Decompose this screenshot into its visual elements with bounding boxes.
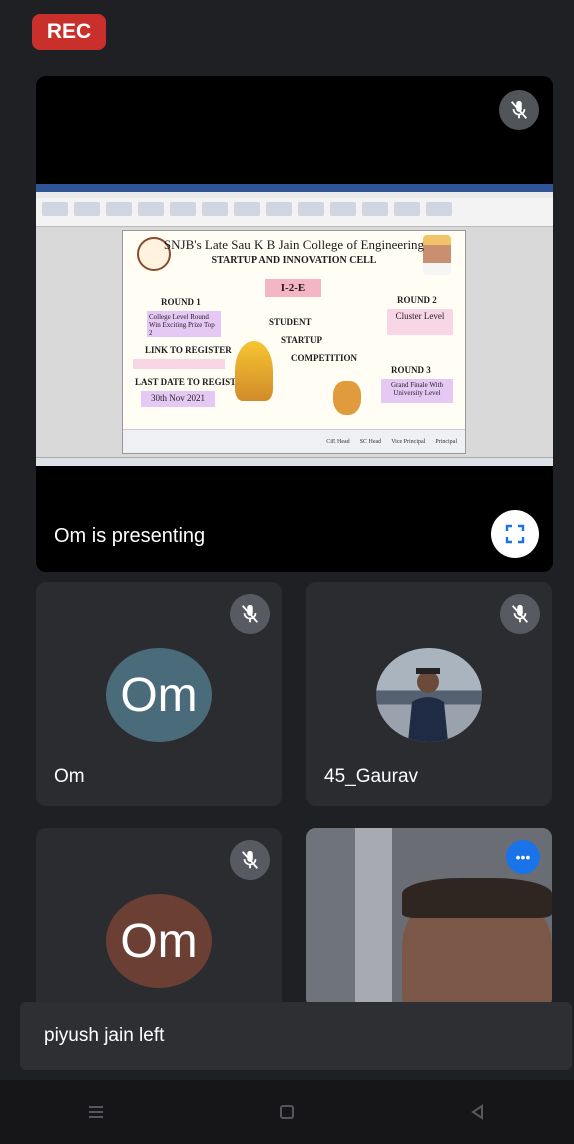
- mic-off-icon: [230, 594, 270, 634]
- bulb-image: [235, 341, 273, 401]
- participant-name: 45_Gaurav: [324, 766, 419, 787]
- last-date: 30th Nov 2021: [141, 391, 215, 407]
- home-icon[interactable]: [267, 1092, 307, 1132]
- link-label: LINK TO REGISTER: [145, 345, 232, 355]
- round3-label: ROUND 3: [391, 365, 431, 375]
- round3-box: Grand Finale With University Level: [381, 379, 453, 403]
- round1-box: College Level Round Win Exciting Prize T…: [147, 311, 221, 337]
- link-box: [133, 359, 225, 369]
- participant-tile-gaurav[interactable]: 45_Gaurav: [306, 582, 552, 806]
- center-text-1: STUDENT: [269, 317, 312, 327]
- recents-icon[interactable]: [76, 1092, 116, 1132]
- camera-hair: [402, 878, 552, 918]
- money-bag-image: [333, 381, 361, 415]
- avatar-photo: [376, 648, 482, 742]
- notification-toast: piyush jain left: [20, 1002, 572, 1070]
- participant-tile-om[interactable]: Om Om: [36, 582, 282, 806]
- participant-tile-camera[interactable]: •••: [306, 828, 552, 1008]
- back-icon[interactable]: [458, 1092, 498, 1132]
- fullscreen-icon[interactable]: [491, 510, 539, 558]
- mic-off-icon: [500, 594, 540, 634]
- last-date-label: LAST DATE TO REGISTER: [135, 377, 249, 387]
- mic-off-icon: [499, 90, 539, 130]
- avatar: Om: [106, 648, 212, 742]
- slide: SNJB's Late Sau K B Jain College of Engi…: [122, 230, 466, 454]
- participant-name: Om: [54, 766, 85, 787]
- slide-college: SNJB's Late Sau K B Jain College of Engi…: [163, 237, 425, 252]
- presentation-tile[interactable]: SNJB's Late Sau K B Jain College of Engi…: [36, 76, 553, 572]
- system-nav-bar: [0, 1080, 574, 1144]
- shared-screen: SNJB's Late Sau K B Jain College of Engi…: [36, 184, 553, 466]
- round2-label: ROUND 2: [397, 295, 437, 305]
- center-text-3: COMPETITION: [291, 353, 358, 363]
- slide-footer: CiE Head SC Head Vice Principal Principa…: [123, 429, 465, 453]
- speaking-indicator-icon: •••: [506, 840, 540, 874]
- recording-badge: REC: [32, 14, 106, 50]
- round2-box: Cluster Level: [387, 309, 453, 335]
- center-text-2: STARTUP: [281, 335, 323, 345]
- slide-badge: I-2-E: [265, 279, 321, 297]
- mic-off-icon: [230, 840, 270, 880]
- app-ribbon: [36, 184, 553, 227]
- avatar: Om: [106, 894, 212, 988]
- slide-cell: STARTUP AND INNOVATION CELL: [211, 255, 377, 266]
- presenting-label: Om is presenting: [54, 525, 206, 547]
- app-statusbar: [36, 457, 553, 466]
- round1-label: ROUND 1: [161, 297, 201, 307]
